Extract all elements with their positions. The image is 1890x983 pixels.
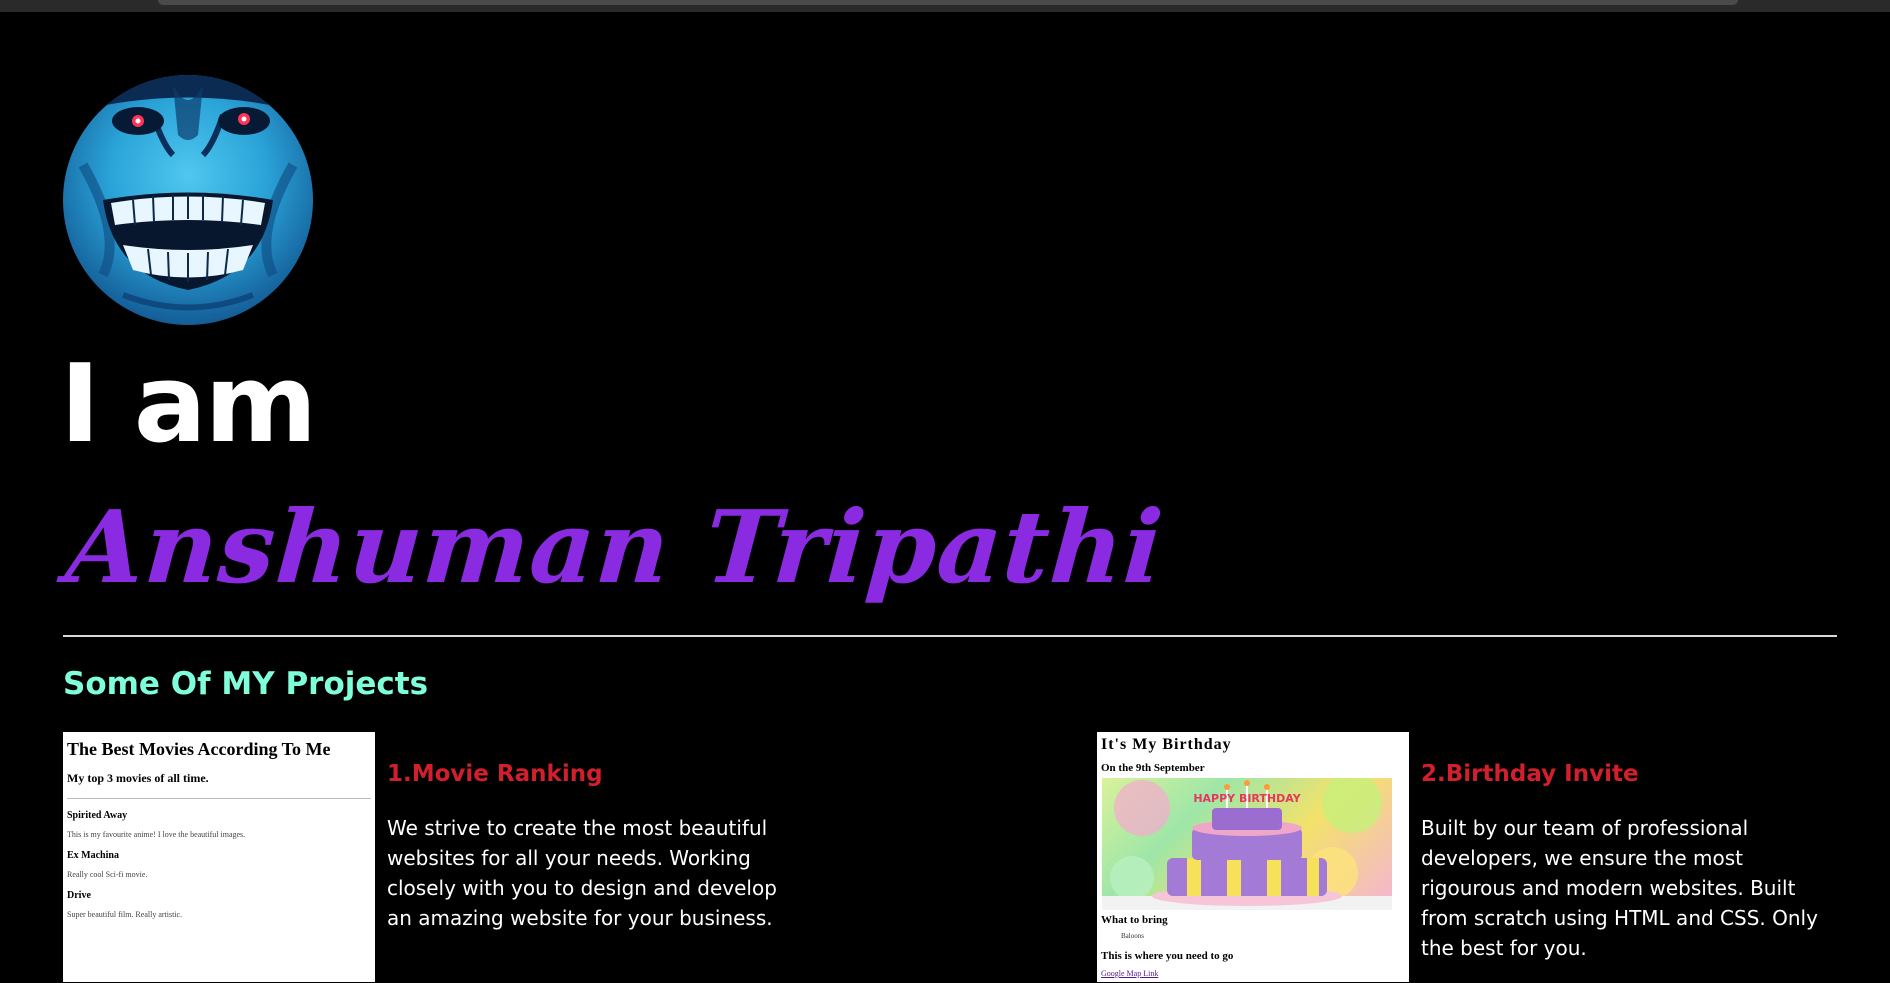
- movie-desc: This is my favourite anime! I love the b…: [67, 830, 246, 839]
- movie-title: Ex Machina: [67, 850, 119, 861]
- birthday-cake-image: HAPPY BIRTHDAY: [1102, 778, 1392, 910]
- movie-title: Drive: [67, 890, 91, 901]
- address-bar-edge: [158, 0, 1738, 5]
- project-description-movie-ranking: We strive to create the most beautiful w…: [387, 816, 777, 930]
- thumb-subheading: My top 3 movies of all time.: [67, 771, 209, 785]
- thumb-divider: [67, 798, 371, 799]
- browser-top-strip: [0, 0, 1890, 12]
- bring-heading: What to bring: [1101, 914, 1168, 926]
- grinning-face-icon: [63, 75, 313, 311]
- movie-title: Spirited Away: [67, 810, 128, 821]
- project-title-birthday-invite: 2.Birthday Invite: [1421, 761, 1639, 787]
- projects-section-title: Some Of MY Projects: [63, 666, 429, 702]
- svg-text:HAPPY BIRTHDAY: HAPPY BIRTHDAY: [1193, 792, 1301, 805]
- bring-item: Baloons: [1121, 932, 1144, 940]
- thumb-heading: The Best Movies According To Me: [67, 739, 331, 759]
- project-description-birthday-invite: Built by our team of professional develo…: [1421, 816, 1818, 960]
- cake-icon: HAPPY BIRTHDAY: [1102, 778, 1392, 910]
- project-thumbnail-birthday-invite[interactable]: It's My Birthday On the 9th September HA…: [1097, 732, 1409, 982]
- project-title-movie-ranking: 1.Movie Ranking: [387, 761, 603, 787]
- hero-greeting: I am: [60, 342, 317, 467]
- thumb-heading: It's My Birthday: [1101, 736, 1232, 753]
- map-link[interactable]: Google Map Link: [1101, 969, 1158, 978]
- hero-name: Anshuman Tripathi: [62, 488, 1168, 606]
- movie-desc: Super beautiful film. Really artistic.: [67, 910, 183, 919]
- movie-desc: Really cool Sci-fi movie.: [67, 870, 148, 879]
- where-heading: This is where you need to go: [1101, 950, 1234, 962]
- avatar: [63, 75, 313, 325]
- thumb-subheading: On the 9th September: [1101, 762, 1205, 774]
- section-divider: [63, 635, 1837, 637]
- project-thumbnail-movie-ranking[interactable]: The Best Movies According To Me My top 3…: [63, 732, 375, 982]
